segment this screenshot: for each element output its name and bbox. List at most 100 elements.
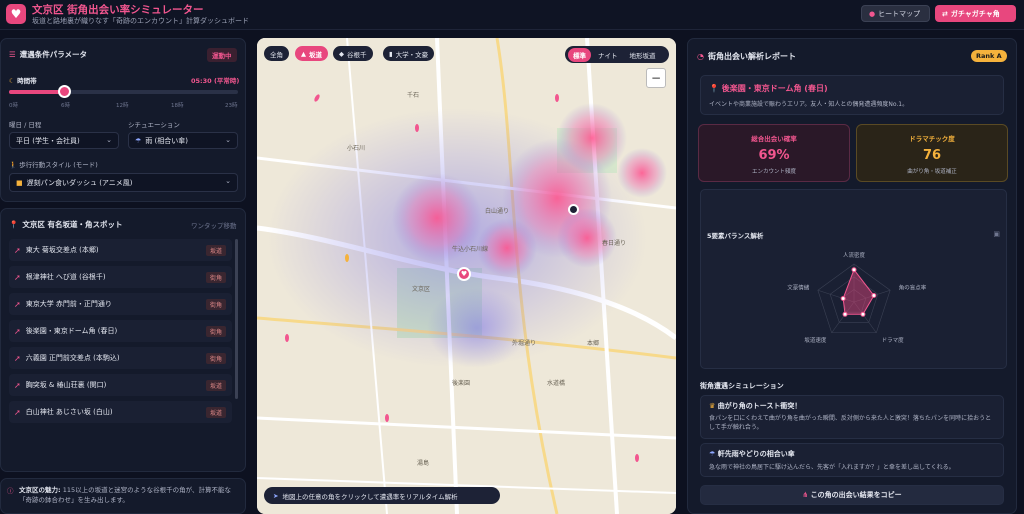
params-panel: ☰ 遭遇条件パラメータ 運動中 ☾ 時間帯 05:30 (平常時) 0時 6時 1… — [0, 38, 246, 202]
params-title: ☰ 遭遇条件パラメータ — [9, 50, 88, 59]
slider-thumb[interactable] — [57, 85, 71, 98]
map-mode-toggle: 標準 ナイト 地形坂道 — [565, 46, 669, 63]
spot-item[interactable]: ➚ 東大 菊坂交差点 (本郷) 坂道 — [9, 239, 232, 261]
chevron-down-icon: ⌄ — [225, 177, 231, 185]
tick-18: 18時 — [171, 103, 184, 109]
radar-card: 5要素バランス解析 ▣ 人流密度 角の盲点率 ドラマ度 坂道速度 文豪情緒 — [700, 189, 1007, 369]
zoom-out-button[interactable]: − — [646, 68, 666, 88]
fire-icon: ● — [869, 9, 876, 18]
app-title: 文京区 街角出会い率シミュレーター — [32, 4, 204, 16]
map-place-label: 小石川 — [347, 145, 366, 152]
radar-point — [842, 311, 848, 317]
navigation-arrow-icon: ➚ — [14, 245, 21, 255]
umbrella-icon: ☂ — [135, 136, 142, 145]
footer-panel: ⓘ 文京区の魅力: 115以上の坂道と迷宮のような谷根千の角が、計算不能な「奇跡… — [0, 478, 246, 514]
radar-label: 坂道速度 — [804, 336, 827, 344]
sim-title: 街角遭遇シミュレーション — [700, 382, 784, 390]
pin-icon: 📍 — [709, 84, 719, 93]
cursor-icon: ➤ — [273, 491, 279, 500]
gacha-button[interactable]: ⇄ ガチャガチャ角 — [935, 5, 1016, 22]
spot-item[interactable]: ➚ 胸突坂 & 椿山荘裏 (関口) 坂道 — [9, 374, 232, 396]
chevron-down-icon: ⌄ — [225, 136, 231, 144]
navigation-arrow-icon: ➚ — [14, 299, 21, 309]
spot-tag: 坂道 — [205, 380, 226, 391]
shuffle-icon: ⇄ — [942, 9, 948, 18]
spot-item[interactable]: ➚ 白山神社 あじさい坂 (白山) 坂道 — [9, 401, 232, 423]
spot-desc: イベントや商業施設で賑わうエリア。友人・知人との偶発遭遇頻度No.1。 — [709, 101, 909, 108]
app-header: ♥ 文京区 街角出会い率シミュレーター 坂道と路地裏が織りなす「奇跡のエンカウン… — [0, 0, 1024, 30]
style-select[interactable]: ■ 遅刻パン食いダッシュ (アニメ風) ⌄ — [9, 173, 238, 192]
navigation-arrow-icon: ➚ — [14, 353, 21, 363]
radar-label: 文豪情緒 — [787, 283, 810, 291]
bread-icon: ■ — [16, 178, 23, 187]
mode-standard[interactable]: 標準 — [568, 47, 591, 62]
navigation-arrow-icon: ➚ — [14, 407, 21, 417]
tick-23: 23時 — [225, 103, 238, 109]
info-icon: ⓘ — [7, 487, 14, 495]
umbrella-icon: ☂ — [709, 450, 716, 458]
chip-icon: ◆ — [339, 49, 344, 58]
spot-tag: 街角 — [205, 272, 226, 283]
radar-series — [842, 268, 875, 315]
navigation-arrow-icon: ➚ — [14, 326, 21, 336]
map-filter-chip[interactable]: ▮ 大学・文豪 — [383, 46, 435, 61]
mode-night[interactable]: ナイト — [593, 48, 623, 62]
map-filter-chip[interactable]: ◆ 谷根千 — [333, 46, 373, 61]
map-view[interactable]: 全角 ▲ 坂道 ◆ 谷根千 ▮ 大学・文豪 標準 ナイト 地形坂道 − 千石 小石川 春日通り 白… — [257, 38, 676, 514]
spot-tag: 街角 — [205, 353, 226, 364]
spots-hint: ワンタップ移動 — [191, 222, 237, 230]
situation-select[interactable]: ☂ 雨 (相合い傘) ⌄ — [128, 132, 238, 149]
radar-point — [851, 267, 857, 273]
day-select[interactable]: 平日 (学生・会社員) ⌄ — [9, 132, 119, 149]
spot-tag: 街角 — [205, 326, 226, 337]
map-place-label: 文京区 — [412, 286, 431, 293]
status-badge: 運動中 — [207, 48, 237, 62]
map-filter-chip[interactable]: 全角 — [264, 46, 289, 61]
spots-title: 📍 文京区 有名坂道・角スポット — [9, 220, 123, 229]
sliders-icon: ☰ — [9, 50, 16, 59]
map-hint-bar: ➤ 地図上の任意の角をクリックして遭遇率をリアルタイム解析 — [264, 487, 500, 504]
time-value: 05:30 (平常時) — [191, 77, 240, 85]
spot-item[interactable]: ➚ 六義園 正門前交差点 (本駒込) 街角 — [9, 347, 232, 369]
spot-info-card: 📍 後楽園・東京ドーム角 (春日) イベントや商業施設で賑わうエリア。友人・知人… — [700, 75, 1004, 115]
spot-item[interactable]: ➚ 後楽園・東京ドーム角 (春日) 街角 — [9, 320, 232, 342]
chevron-down-icon: ⌄ — [106, 136, 112, 144]
spot-item[interactable]: ➚ 根津神社 へび道 (谷根千) 街角 — [9, 266, 232, 288]
time-label: ☾ 時間帯 — [9, 77, 37, 85]
heart-pulse-icon: ♥ — [6, 4, 26, 24]
radar-label: 人流密度 — [843, 251, 866, 259]
app-subtitle: 坂道と路地裏が織りなす「奇跡のエンカウント」計算ダッシュボード — [32, 17, 249, 25]
map-place-label: 牛込小石川線 — [452, 246, 489, 253]
expand-icon[interactable]: ▣ — [993, 230, 1000, 238]
tick-0: 0時 — [9, 103, 18, 109]
rank-badge: Rank A — [971, 50, 1007, 62]
navigation-arrow-icon: ➚ — [14, 272, 21, 282]
report-panel: ◔ 街角出会い解析レポート Rank A 📍 後楽園・東京ドーム角 (春日) イベ… — [687, 38, 1017, 514]
copy-result-button[interactable]: ⋔ この角の出会い結果をコピー — [700, 485, 1004, 505]
location-pin-icon[interactable] — [568, 204, 579, 215]
stat-drama: ドラマチック度 76 曲がり角・坂道補正 — [856, 124, 1008, 182]
navigation-arrow-icon: ➚ — [14, 380, 21, 390]
radar-point — [871, 293, 877, 299]
radar-chart: 人流密度角の盲点率ドラマ度 坂道速度 文豪情緒 — [787, 251, 926, 344]
chip-icon: ▲ — [301, 49, 306, 58]
pin-icon: 📍 — [9, 220, 19, 229]
time-slider[interactable] — [9, 85, 238, 98]
spot-tag: 街角 — [205, 299, 226, 310]
radar-point — [860, 311, 866, 317]
tick-12: 12時 — [116, 103, 129, 109]
chip-icon: ▮ — [389, 49, 393, 58]
mode-terrain[interactable]: 地形坂道 — [625, 48, 661, 62]
spot-marker[interactable]: ♥ — [457, 267, 471, 281]
radar-label: ドラマ度 — [882, 336, 905, 344]
map-filter-chip[interactable]: ▲ 坂道 — [295, 46, 328, 61]
walk-icon: 🚶 — [9, 161, 18, 169]
spot-item[interactable]: ➚ 東京大学 赤門前・正門通り 街角 — [9, 293, 232, 315]
scrollbar[interactable] — [235, 239, 238, 399]
map-place-label: 湯島 — [417, 460, 430, 467]
heatmap-button[interactable]: ● ヒートマップ — [861, 5, 930, 22]
style-label: 🚶 歩行行動スタイル (モード) — [9, 161, 98, 169]
map-place-label: 後楽園 — [452, 380, 471, 387]
radar-point — [840, 295, 846, 301]
map-place-label: 外堀通り — [512, 340, 537, 347]
